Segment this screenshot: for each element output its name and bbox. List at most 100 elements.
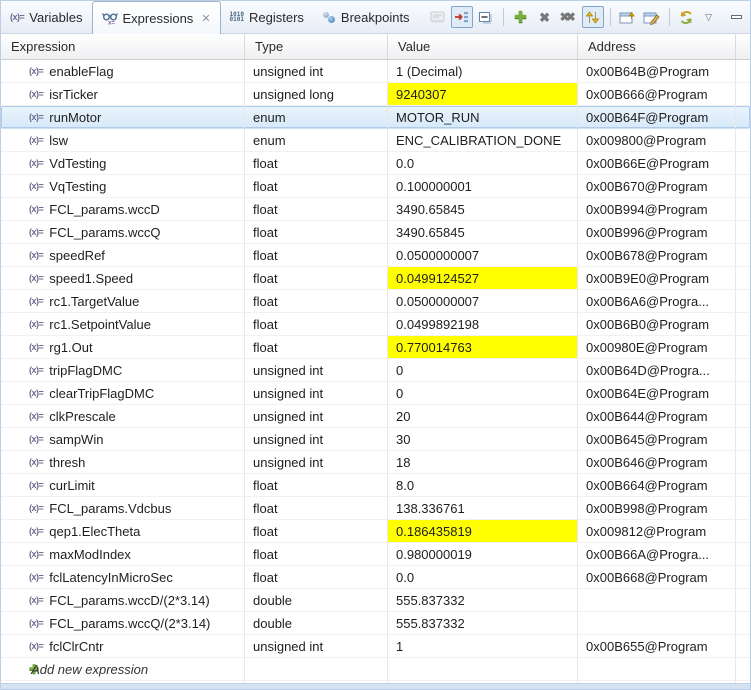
tab-expressions[interactable]: x=Expressions✕ [92, 1, 221, 34]
table-row[interactable]: (x)=clearTripFlagDMCunsigned int00x00B64… [1, 382, 750, 405]
value-cell[interactable]: 0.0500000007 [388, 244, 578, 266]
tab-variables[interactable]: (x)=Variables [1, 1, 92, 33]
view-menu-button[interactable]: ▽ [698, 6, 720, 28]
continuous-refresh-button[interactable] [582, 6, 604, 28]
value-cell[interactable]: 18 [388, 451, 578, 473]
add-expression-button[interactable]: ✚ [510, 6, 532, 28]
value-cell-highlighted[interactable]: 0.0499124527 [388, 267, 578, 289]
value-cell[interactable]: 0.0 [388, 152, 578, 174]
value-cell[interactable]: 0.0499892198 [388, 313, 578, 335]
value-cell[interactable]: 30 [388, 428, 578, 450]
table-row[interactable]: (x)=rg1.Outfloat0.7700147630x00980E@Prog… [1, 336, 750, 359]
value-cell[interactable]: 3490.65845 [388, 198, 578, 220]
refresh-button[interactable] [676, 6, 698, 28]
table-row[interactable]: (x)=isrTickerunsigned long92403070x00B66… [1, 83, 750, 106]
value-cell[interactable]: 555.837332 [388, 589, 578, 611]
expression-cell[interactable]: (x)=clkPrescale [1, 405, 245, 427]
expression-cell[interactable]: (x)=FCL_params.Vdcbus [1, 497, 245, 519]
edit-expression-button[interactable] [641, 6, 663, 28]
expression-cell[interactable]: (x)=qep1.ElecTheta [1, 520, 245, 542]
table-row[interactable]: (x)=FCL_params.wccD/(2*3.14)double555.83… [1, 589, 750, 612]
remove-all-expressions-button[interactable]: ✖✖ [558, 6, 580, 28]
table-row[interactable]: (x)=tripFlagDMCunsigned int00x00B64D@Pro… [1, 359, 750, 382]
expression-cell[interactable]: (x)=maxModIndex [1, 543, 245, 565]
value-cell[interactable]: 0.0 [388, 566, 578, 588]
table-row[interactable]: (x)=qep1.ElecThetafloat0.1864358190x0098… [1, 520, 750, 543]
close-icon[interactable]: ✕ [201, 12, 210, 25]
table-row[interactable]: (x)=FCL_params.wccQfloat3490.658450x00B9… [1, 221, 750, 244]
table-row[interactable]: (x)=fclClrCntrunsigned int10x00B655@Prog… [1, 635, 750, 658]
table-row[interactable]: (x)=rc1.SetpointValuefloat0.04998921980x… [1, 313, 750, 336]
column-header-type[interactable]: Type [245, 34, 388, 59]
expression-cell[interactable]: (x)=clearTripFlagDMC [1, 382, 245, 404]
remove-expression-button[interactable]: ✖ [534, 6, 556, 28]
value-cell-highlighted[interactable]: 0.770014763 [388, 336, 578, 358]
value-cell[interactable]: 138.336761 [388, 497, 578, 519]
expression-cell[interactable]: (x)=FCL_params.wccD [1, 198, 245, 220]
expression-cell[interactable]: (x)=curLimit [1, 474, 245, 496]
column-header-expression[interactable]: Expression [1, 34, 245, 59]
expression-cell[interactable]: (x)=FCL_params.wccD/(2*3.14) [1, 589, 245, 611]
value-cell-highlighted[interactable]: 9240307 [388, 83, 578, 105]
value-cell[interactable]: 0.100000001 [388, 175, 578, 197]
table-row[interactable]: (x)=speedReffloat0.05000000070x00B678@Pr… [1, 244, 750, 267]
value-cell[interactable]: 0.0500000007 [388, 290, 578, 312]
add-expression-cell[interactable]: ✚Add new expression [1, 658, 245, 680]
column-header-value[interactable]: Value [388, 34, 578, 59]
expression-cell[interactable]: (x)=rg1.Out [1, 336, 245, 358]
value-cell[interactable]: MOTOR_RUN [388, 106, 578, 128]
expression-cell[interactable]: (x)=tripFlagDMC [1, 359, 245, 381]
value-cell[interactable]: 0 [388, 359, 578, 381]
table-row[interactable]: (x)=speed1.Speedfloat0.04991245270x00B9E… [1, 267, 750, 290]
add-new-expression-row[interactable]: ✚Add new expression [1, 658, 750, 681]
table-row[interactable]: (x)=rc1.TargetValuefloat0.05000000070x00… [1, 290, 750, 313]
expression-cell[interactable]: (x)=VqTesting [1, 175, 245, 197]
value-cell[interactable]: 0.980000019 [388, 543, 578, 565]
table-row[interactable]: (x)=FCL_params.Vdcbusfloat138.3367610x00… [1, 497, 750, 520]
table-row[interactable]: (x)=VdTestingfloat0.00x00B66E@Program [1, 152, 750, 175]
value-cell[interactable]: 3490.65845 [388, 221, 578, 243]
new-view-button[interactable] [617, 6, 639, 28]
expression-cell[interactable]: (x)=isrTicker [1, 83, 245, 105]
table-row[interactable]: (x)=lswenum ENC_CALIBRATION_DONE0x009800… [1, 129, 750, 152]
table-row[interactable]: (x)=curLimitfloat8.00x00B664@Program [1, 474, 750, 497]
table-row[interactable]: (x)=clkPrescaleunsigned int200x00B644@Pr… [1, 405, 750, 428]
collapse-all-button[interactable] [475, 6, 497, 28]
value-cell[interactable]: 0 [388, 382, 578, 404]
expression-cell[interactable]: (x)=thresh [1, 451, 245, 473]
expression-cell[interactable]: (x)=rc1.TargetValue [1, 290, 245, 312]
expression-cell[interactable]: (x)=fclLatencyInMicroSec [1, 566, 245, 588]
expression-cell[interactable]: (x)=runMotor [1, 106, 245, 128]
tab-breakpoints[interactable]: Breakpoints [313, 1, 419, 33]
table-row[interactable]: (x)=fclLatencyInMicroSecfloat0.00x00B668… [1, 566, 750, 589]
value-cell[interactable]: 20 [388, 405, 578, 427]
table-row[interactable]: (x)=threshunsigned int180x00B646@Program [1, 451, 750, 474]
value-cell[interactable]: ENC_CALIBRATION_DONE [388, 129, 578, 151]
expression-cell[interactable]: (x)=FCL_params.wccQ [1, 221, 245, 243]
expression-cell[interactable]: (x)=FCL_params.wccQ/(2*3.14) [1, 612, 245, 634]
expression-cell[interactable]: (x)=speed1.Speed [1, 267, 245, 289]
table-row[interactable]: (x)=sampWinunsigned int300x00B645@Progra… [1, 428, 750, 451]
expression-cell[interactable]: (x)=VdTesting [1, 152, 245, 174]
expression-cell[interactable]: (x)=rc1.SetpointValue [1, 313, 245, 335]
value-cell[interactable]: 8.0 [388, 474, 578, 496]
value-cell[interactable]: 555.837332 [388, 612, 578, 634]
expression-cell[interactable]: (x)=lsw [1, 129, 245, 151]
expression-cell[interactable]: (x)=enableFlag [1, 60, 245, 82]
table-row[interactable]: (x)=FCL_params.wccQ/(2*3.14)double555.83… [1, 612, 750, 635]
value-cell-highlighted[interactable]: 0.186435819 [388, 520, 578, 542]
expression-cell[interactable]: (x)=speedRef [1, 244, 245, 266]
expression-cell[interactable]: (x)=fclClrCntr [1, 635, 245, 657]
show-logical-structure-button[interactable] [451, 6, 473, 28]
expression-cell[interactable]: (x)=sampWin [1, 428, 245, 450]
table-row[interactable]: (x)=maxModIndexfloat0.9800000190x00B66A@… [1, 543, 750, 566]
minimize-button[interactable] [726, 6, 748, 28]
table-row[interactable]: (x)=VqTestingfloat0.1000000010x00B670@Pr… [1, 175, 750, 198]
table-row[interactable]: (x)=FCL_params.wccDfloat3490.658450x00B9… [1, 198, 750, 221]
column-header-address[interactable]: Address [578, 34, 736, 59]
table-row[interactable]: (x)=runMotorenum MOTOR_RUN0x00B64F@Progr… [1, 106, 750, 129]
value-cell[interactable]: 1 (Decimal) [388, 60, 578, 82]
value-cell[interactable]: 1 [388, 635, 578, 657]
table-row[interactable]: (x)=enableFlagunsigned int1 (Decimal)0x0… [1, 60, 750, 83]
tab-registers[interactable]: 10100101Registers [221, 1, 313, 33]
